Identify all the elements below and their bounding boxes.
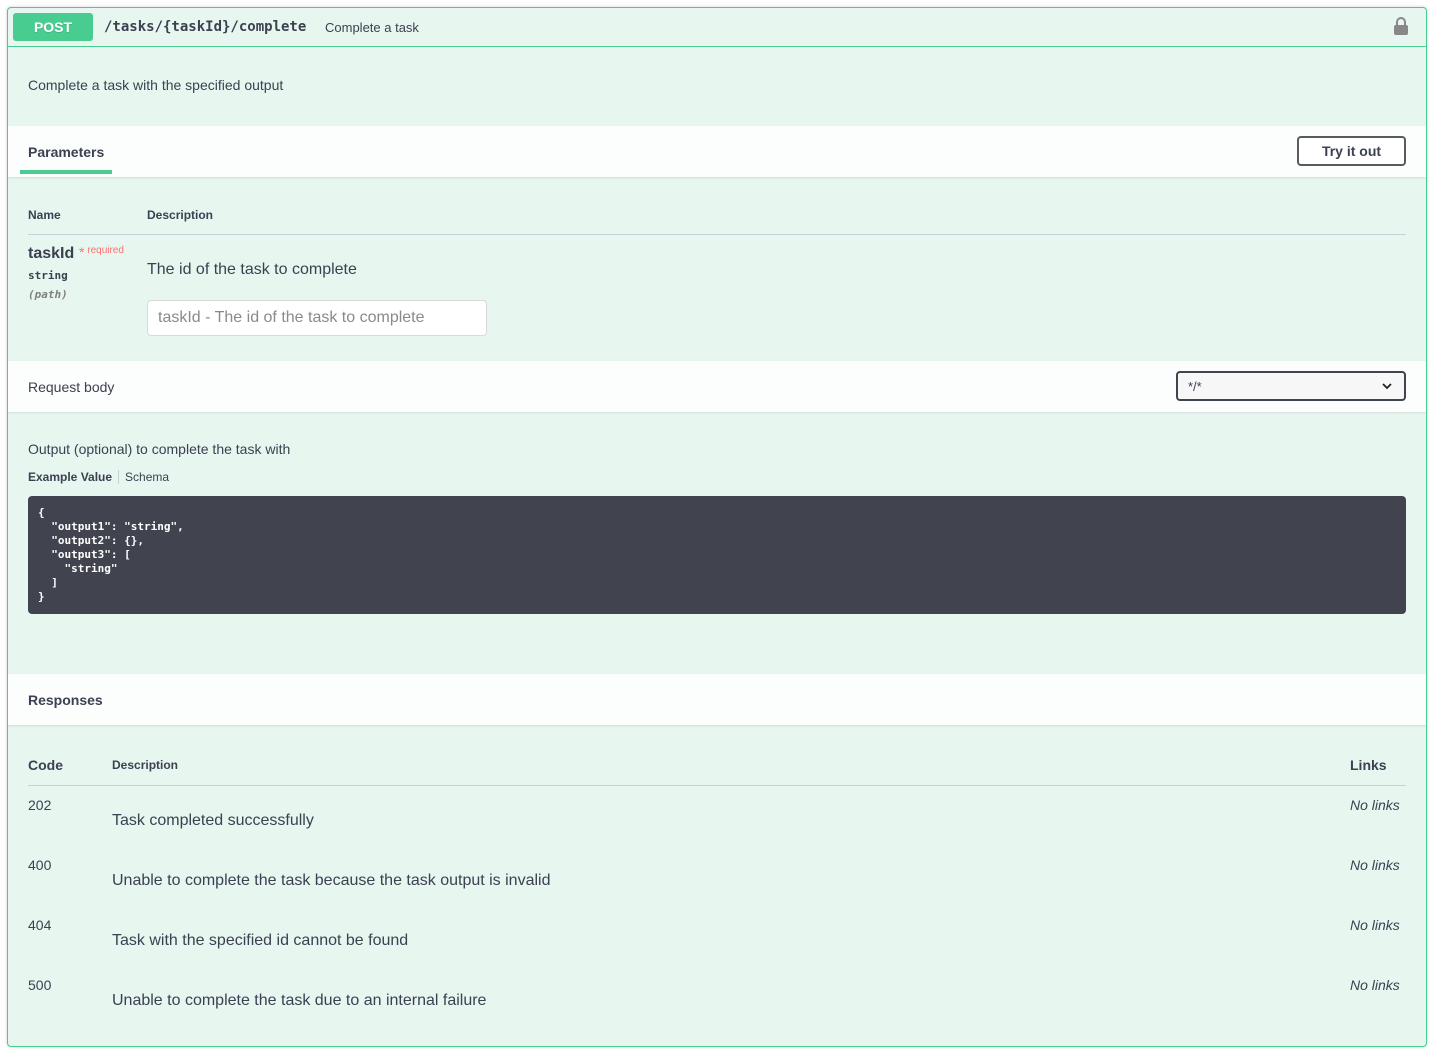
parameter-type: string xyxy=(28,269,68,282)
parameters-header: Parameters Try it out xyxy=(8,126,1426,177)
try-it-out-button[interactable]: Try it out xyxy=(1297,136,1406,166)
response-code: 500 xyxy=(28,977,52,993)
response-code: 202 xyxy=(28,797,52,813)
taskid-input[interactable] xyxy=(147,300,487,336)
example-code-block: { "output1": "string", "output2": {}, "o… xyxy=(28,496,1406,614)
response-description: Task completed successfully xyxy=(112,812,314,829)
chevron-down-icon xyxy=(1382,383,1392,390)
response-description: Unable to complete the task due to an in… xyxy=(112,992,487,1009)
example-tabs: Example Value Schema xyxy=(28,470,169,484)
tab-example-value[interactable]: Example Value xyxy=(28,470,112,484)
column-header-name: Name xyxy=(28,208,61,222)
request-body-description: Output (optional) to complete the task w… xyxy=(28,441,291,457)
divider xyxy=(28,785,1406,786)
response-description: Unable to complete the task because the … xyxy=(112,872,551,889)
parameter-location: (path) xyxy=(28,288,68,301)
request-body-header: Request body */* xyxy=(8,361,1426,412)
operation-summary[interactable]: POST /tasks/{taskId}/complete Complete a… xyxy=(8,8,1426,47)
response-links: No links xyxy=(1350,857,1400,873)
parameter-description: The id of the task to complete xyxy=(147,261,357,278)
operation-summary-text: Complete a task xyxy=(325,20,419,35)
required-marker: * required xyxy=(79,244,124,261)
request-body-title: Request body xyxy=(28,379,115,395)
operation-block: POST /tasks/{taskId}/complete Complete a… xyxy=(7,7,1427,1047)
tab-schema[interactable]: Schema xyxy=(125,470,169,484)
lock-icon[interactable] xyxy=(1393,16,1409,36)
response-code: 400 xyxy=(28,857,52,873)
required-star: * xyxy=(79,244,85,260)
required-label: required xyxy=(87,245,124,256)
table-row: 400 Unable to complete the task because … xyxy=(8,857,1426,917)
tab-parameters[interactable]: Parameters xyxy=(28,144,104,160)
table-row: 202 Task completed successfully No links xyxy=(8,797,1426,857)
content-type-value: */* xyxy=(1188,379,1202,394)
response-description: Task with the specified id cannot be fou… xyxy=(112,932,409,949)
column-header-links: Links xyxy=(1350,757,1387,773)
column-header-description: Description xyxy=(147,208,214,222)
response-code: 404 xyxy=(28,917,52,933)
parameter-name: taskId xyxy=(28,245,75,262)
column-header-code: Code xyxy=(28,757,63,773)
response-links: No links xyxy=(1350,977,1400,993)
operation-description: Complete a task with the specified outpu… xyxy=(28,77,284,93)
tab-underline xyxy=(20,170,112,174)
tab-separator xyxy=(118,470,120,484)
responses-title: Responses xyxy=(28,692,103,708)
column-header-description: Description xyxy=(112,758,179,772)
method-badge: POST xyxy=(13,13,93,41)
response-links: No links xyxy=(1350,797,1400,813)
table-row: 404 Task with the specified id cannot be… xyxy=(8,917,1426,977)
operation-path: /tasks/{taskId}/complete xyxy=(104,19,307,35)
response-links: No links xyxy=(1350,917,1400,933)
content-type-select[interactable]: */* xyxy=(1176,371,1406,401)
table-row: 500 Unable to complete the task due to a… xyxy=(8,977,1426,1037)
responses-header: Responses xyxy=(8,674,1426,725)
divider xyxy=(28,234,1406,235)
